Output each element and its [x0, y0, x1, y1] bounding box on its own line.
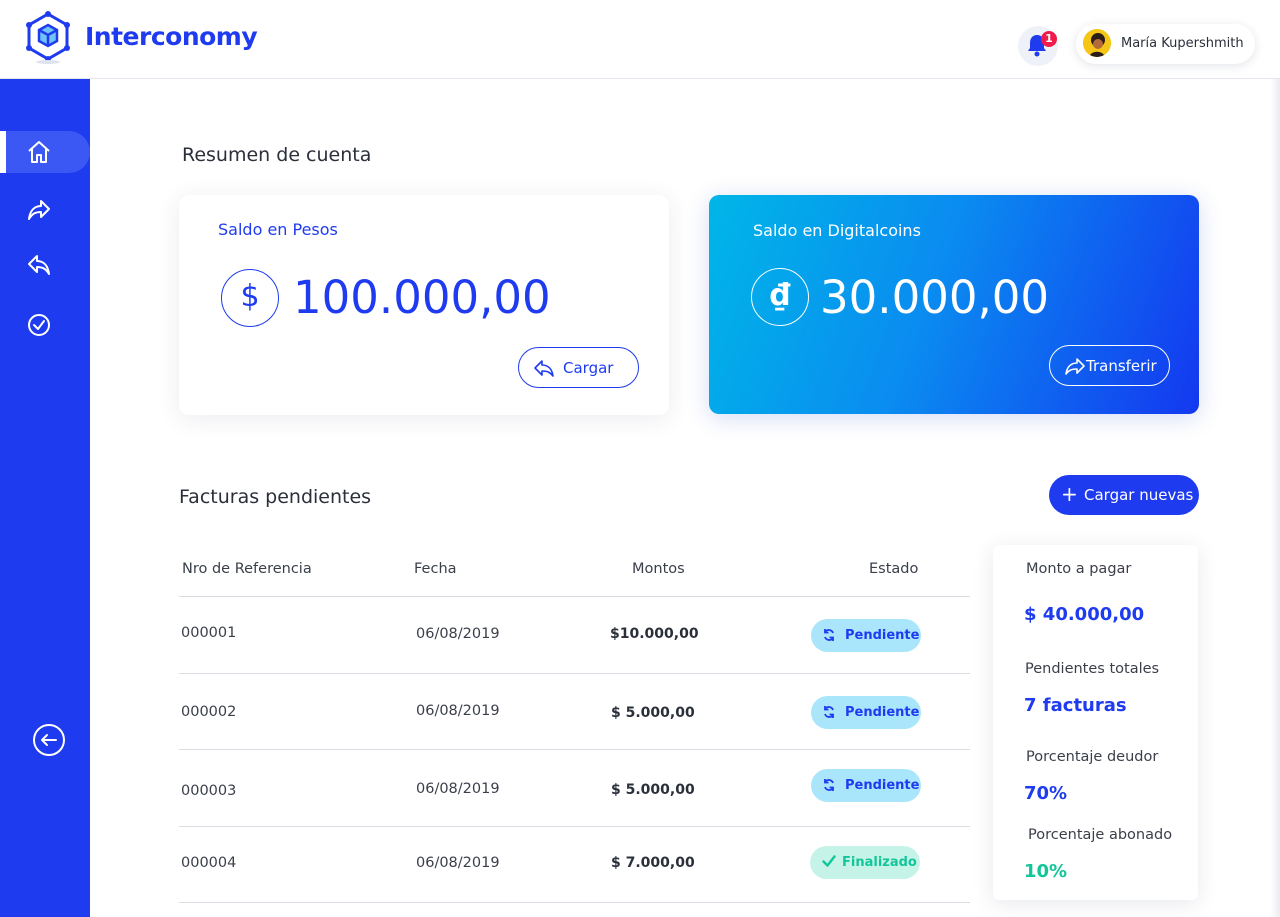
amount-cell: $ 7.000,00: [611, 855, 695, 871]
status-badge: Pendiente: [811, 696, 921, 729]
amount-cell: $ 5.000,00: [611, 782, 695, 798]
monto-label: Monto a pagar: [1026, 561, 1132, 577]
pendientes-label: Pendientes totales: [1025, 661, 1160, 677]
table-divider: [179, 826, 970, 827]
column-header-ref[interactable]: Nro de Referencia: [182, 561, 312, 577]
invoices-title: Facturas pendientes: [179, 486, 372, 508]
refresh-icon: [824, 629, 834, 641]
user-name: María Kupershmith: [1121, 36, 1244, 51]
send-arrow-icon: [1065, 358, 1085, 375]
user-menu[interactable]: María Kupershmith: [1076, 24, 1255, 64]
date-cell: 06/08/2019: [416, 855, 500, 871]
ref-cell: 000001: [181, 625, 237, 641]
send-arrow-icon: [28, 200, 50, 220]
column-header-date[interactable]: Fecha: [414, 561, 457, 577]
cargar-nuevas-button[interactable]: + Cargar nuevas: [1049, 475, 1199, 515]
cube-logo-icon[interactable]: [24, 10, 72, 64]
home-icon: [28, 141, 50, 163]
monto-value: $ 40.000,00: [1024, 604, 1145, 625]
ref-cell: 000003: [181, 783, 237, 799]
cargar-nuevas-label: Cargar nuevas: [1084, 486, 1194, 504]
transferir-button[interactable]: Transferir: [1049, 345, 1170, 386]
checkmark-icon: [822, 855, 836, 867]
sidebar: [0, 79, 90, 917]
ref-cell: 000004: [181, 855, 237, 871]
column-header-status[interactable]: Estado: [869, 561, 918, 577]
plus-icon: +: [1061, 482, 1078, 506]
status-text: Pendiente: [845, 705, 920, 720]
scroll-edge-shadow: [1270, 79, 1280, 917]
pesos-balance-card: Saldo en Pesos $ 100.000,00 Cargar: [179, 195, 669, 415]
avatar: [1083, 29, 1111, 57]
table-divider: [179, 749, 970, 750]
status-badge: Finalizado: [810, 846, 920, 879]
refresh-icon: [824, 779, 834, 791]
status-text: Pendiente: [845, 778, 920, 793]
transferir-button-label: Transferir: [1086, 357, 1157, 375]
status-text: Pendiente: [845, 628, 920, 643]
deudor-label: Porcentaje deudor: [1026, 749, 1159, 765]
pesos-amount: 100.000,00: [293, 271, 551, 324]
refresh-icon: [824, 706, 834, 718]
digitalcoins-amount: 30.000,00: [820, 271, 1050, 324]
back-arrow-circle-icon[interactable]: [32, 723, 66, 757]
digitalcoin-icon: ₫: [751, 268, 809, 326]
dollar-icon: $: [221, 269, 279, 327]
amount-cell: $ 5.000,00: [611, 705, 695, 721]
check-circle-icon: [28, 314, 50, 336]
payment-summary-panel: Monto a pagar $ 40.000,00 Pendientes tot…: [993, 545, 1198, 900]
status-badge: Pendiente: [811, 619, 921, 652]
digitalcoins-balance-card: Saldo en Digitalcoins ₫ 30.000,00 Transf…: [709, 195, 1199, 414]
status-badge: Pendiente: [811, 769, 921, 802]
top-header: Interconomy 1 María Kupershmith: [0, 0, 1280, 79]
abonado-value: 10%: [1024, 861, 1068, 882]
table-divider: [179, 596, 970, 597]
digitalcoins-label: Saldo en Digitalcoins: [753, 221, 921, 240]
deudor-value: 70%: [1024, 783, 1068, 804]
cargar-button[interactable]: Cargar: [518, 347, 639, 388]
notifications-button[interactable]: 1: [1018, 26, 1058, 66]
table-divider: [179, 902, 970, 903]
pesos-label: Saldo en Pesos: [218, 220, 338, 239]
brand-name[interactable]: Interconomy: [85, 22, 258, 51]
sidebar-item-home[interactable]: [0, 131, 90, 173]
sidebar-item-send[interactable]: [6, 189, 90, 231]
date-cell: 06/08/2019: [416, 703, 500, 719]
sidebar-item-completed[interactable]: [6, 304, 90, 346]
page-title: Resumen de cuenta: [182, 144, 372, 166]
reply-arrow-icon: [534, 360, 554, 377]
reply-arrow-icon: [28, 255, 50, 275]
notification-count-badge: 1: [1041, 31, 1057, 47]
abonado-label: Porcentaje abonado: [1028, 827, 1173, 843]
status-text: Finalizado: [842, 855, 917, 870]
sidebar-item-receive[interactable]: [6, 244, 90, 286]
pendientes-value: 7 facturas: [1024, 695, 1127, 716]
column-header-amount[interactable]: Montos: [632, 561, 685, 577]
date-cell: 06/08/2019: [416, 626, 500, 642]
amount-cell: $10.000,00: [610, 626, 699, 642]
table-divider: [179, 673, 970, 674]
cargar-button-label: Cargar: [563, 359, 614, 377]
ref-cell: 000002: [181, 704, 237, 720]
date-cell: 06/08/2019: [416, 781, 500, 797]
